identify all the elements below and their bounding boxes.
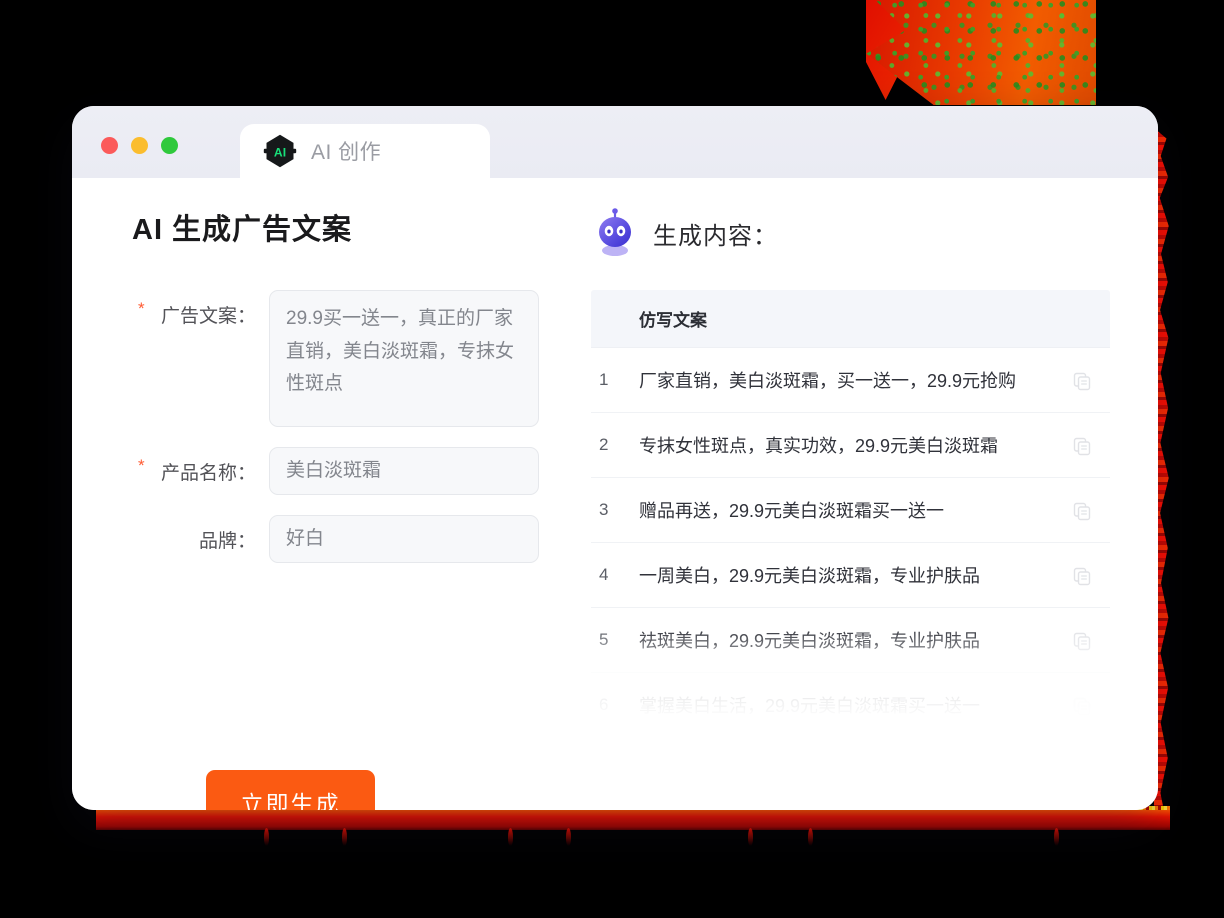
column-header-index xyxy=(591,290,639,348)
copy-icon[interactable] xyxy=(1072,631,1092,651)
field-label-text: 产品名称： xyxy=(160,463,256,484)
window-body: AI 生成广告文案 * 广告文案： 29.9买一送一，真正的厂家直销，美白淡斑霜… xyxy=(72,178,1158,810)
table-row[interactable]: 2 专抹女性斑点，真实功效，29.9元美白淡斑霜 xyxy=(591,412,1110,478)
results-table-body: 1 厂家直销，美白淡斑霜，买一送一，29.9元抢购 2 专抹女性斑点，真实功效，29.… xyxy=(591,347,1110,720)
row-copy-text: 祛斑美白，29.9元美白淡斑霜，专业护肤品 xyxy=(639,607,1064,673)
copy-icon[interactable] xyxy=(1072,371,1092,391)
column-header-copy: 仿写文案 xyxy=(639,290,1064,348)
svg-text:AI: AI xyxy=(274,145,286,159)
row-index: 1 xyxy=(591,347,639,413)
field-label-text: 品牌： xyxy=(198,531,256,552)
row-copy-action[interactable] xyxy=(1064,477,1110,543)
row-copy-action[interactable] xyxy=(1064,412,1110,478)
ai-hexagon-icon: AI xyxy=(263,134,297,168)
row-copy-action[interactable] xyxy=(1064,607,1110,673)
table-row[interactable]: 4 一周美白，29.9元美白淡斑霜，专业护肤品 xyxy=(591,542,1110,608)
column-header-action xyxy=(1064,290,1110,348)
row-index: 6 xyxy=(591,672,639,720)
row-copy-action[interactable] xyxy=(1064,672,1110,720)
decorative-drip xyxy=(748,828,753,846)
field-label-product-name: * 产品名称： xyxy=(132,447,269,485)
required-asterisk-icon: * xyxy=(138,299,145,318)
table-row[interactable]: 3 赠品再送，29.9元美白淡斑霜买一送一 xyxy=(591,477,1110,543)
results-table: 仿写文案 1 厂家直销，美白淡斑霜，买一送一，29.9元抢购 2 专抹女性斑点，真实功… xyxy=(591,290,1110,720)
table-row[interactable]: 6 掌握美白生活，29.9元美白淡斑霜买一送一 xyxy=(591,672,1110,720)
maximize-window-button[interactable] xyxy=(161,137,178,154)
row-copy-text: 掌握美白生活，29.9元美白淡斑霜买一送一 xyxy=(639,672,1064,720)
copy-icon[interactable] xyxy=(1072,566,1092,586)
results-panel: 生成内容： 仿写文案 1 厂家直销，美白淡斑霜，买一送一，29.9元抢购 2 专抹女性… xyxy=(577,178,1158,810)
copy-icon[interactable] xyxy=(1072,501,1092,521)
tab-ai-creation[interactable]: AI AI 创作 xyxy=(240,124,490,178)
results-table-head: 仿写文案 xyxy=(591,290,1110,348)
field-label-brand: 品牌： xyxy=(132,515,269,553)
table-header-row: 仿写文案 xyxy=(591,290,1110,348)
screenshot-canvas: AI AI 创作 AI 生成广告文案 * 广告文案： 29.9买一送一，真正的厂… xyxy=(0,0,1224,918)
decorative-drip xyxy=(1054,828,1059,846)
brand-input[interactable]: 好白 xyxy=(269,515,539,563)
row-index: 2 xyxy=(591,412,639,478)
generate-button[interactable]: 立即生成 xyxy=(206,770,375,810)
tab-label: AI 创作 xyxy=(311,141,382,164)
results-header: 生成内容： xyxy=(591,208,1110,258)
row-index: 5 xyxy=(591,607,639,673)
table-row[interactable]: 5 祛斑美白，29.9元美白淡斑霜，专业护肤品 xyxy=(591,607,1110,673)
row-index: 4 xyxy=(591,542,639,608)
field-product-name: * 产品名称： 美白淡斑霜 xyxy=(132,447,577,495)
row-copy-action[interactable] xyxy=(1064,347,1110,413)
table-row[interactable]: 1 厂家直销，美白淡斑霜，买一送一，29.9元抢购 xyxy=(591,347,1110,413)
row-copy-action[interactable] xyxy=(1064,542,1110,608)
required-asterisk-icon: * xyxy=(138,456,145,475)
product-name-input[interactable]: 美白淡斑霜 xyxy=(269,447,539,495)
traffic-light-controls xyxy=(101,137,178,154)
decorative-drip xyxy=(342,828,347,846)
copy-icon[interactable] xyxy=(1072,436,1092,456)
decorative-drip xyxy=(508,828,513,846)
app-window: AI AI 创作 AI 生成广告文案 * 广告文案： 29.9买一送一，真正的厂… xyxy=(72,106,1158,810)
minimize-window-button[interactable] xyxy=(131,137,148,154)
decorative-drip xyxy=(566,828,571,846)
results-table-wrapper[interactable]: 仿写文案 1 厂家直销，美白淡斑霜，买一送一，29.9元抢购 2 专抹女性斑点，真实功… xyxy=(591,290,1110,720)
close-window-button[interactable] xyxy=(101,137,118,154)
row-index: 3 xyxy=(591,477,639,543)
page-title: AI 生成广告文案 xyxy=(132,214,353,246)
row-copy-text: 一周美白，29.9元美白淡斑霜，专业护肤品 xyxy=(639,542,1064,608)
field-label-ad-copy: * 广告文案： xyxy=(132,290,269,328)
field-brand: 品牌： 好白 xyxy=(132,515,577,563)
decorative-drip xyxy=(264,828,269,846)
row-copy-text: 专抹女性斑点，真实功效，29.9元美白淡斑霜 xyxy=(639,412,1064,478)
row-copy-text: 赠品再送，29.9元美白淡斑霜买一送一 xyxy=(639,477,1064,543)
form-panel: AI 生成广告文案 * 广告文案： 29.9买一送一，真正的厂家直销，美白淡斑霜… xyxy=(72,178,577,810)
robot-icon xyxy=(599,208,631,256)
window-titlebar: AI AI 创作 xyxy=(72,106,1158,178)
row-copy-text: 厂家直销，美白淡斑霜，买一送一，29.9元抢购 xyxy=(639,347,1064,413)
decorative-drip xyxy=(808,828,813,846)
field-ad-copy: * 广告文案： 29.9买一送一，真正的厂家直销，美白淡斑霜，专抹女性斑点 xyxy=(132,290,577,427)
copy-icon[interactable] xyxy=(1072,696,1092,716)
results-title: 生成内容： xyxy=(653,222,778,250)
field-label-text: 广告文案： xyxy=(160,306,256,327)
decorative-speckle-panel xyxy=(866,0,1096,105)
ad-copy-textarea[interactable]: 29.9买一送一，真正的厂家直销，美白淡斑霜，专抹女性斑点 xyxy=(269,290,539,427)
